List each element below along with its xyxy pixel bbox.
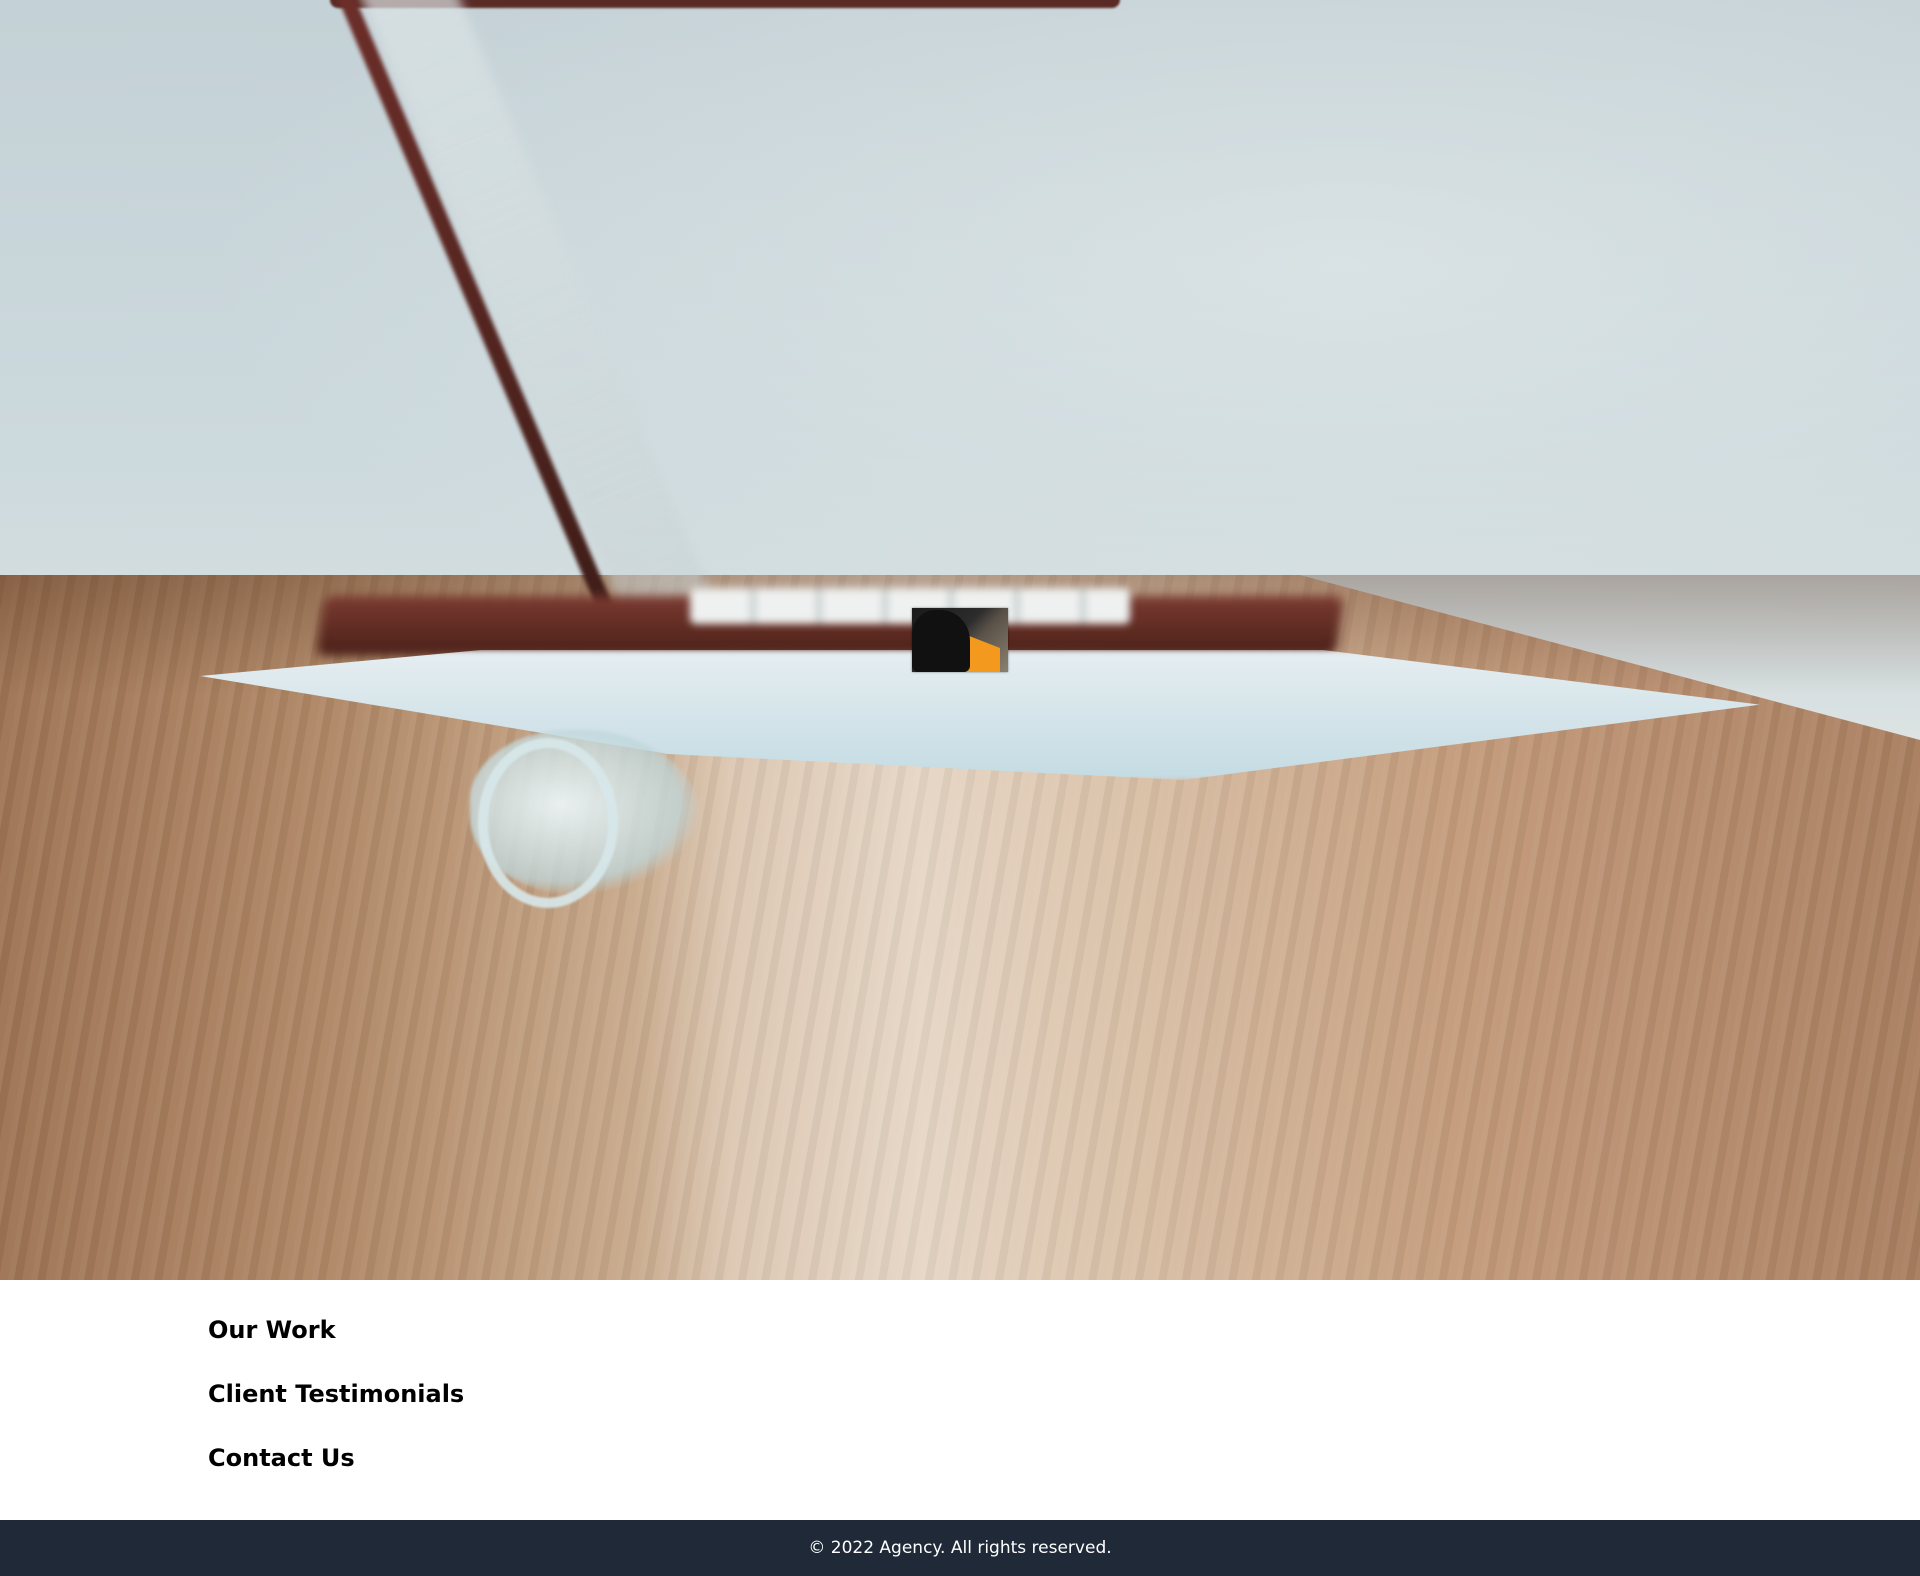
contact-us-link[interactable]: Contact Us [208, 1444, 355, 1472]
our-work-link[interactable]: Our Work [208, 1316, 336, 1344]
site-footer: © 2022 Agency. All rights reserved. [0, 1520, 1920, 1576]
link-list: Our Work Client Testimonials Contact Us [208, 1312, 464, 1504]
footer-copyright: © 2022 Agency. All rights reserved. [808, 1538, 1112, 1558]
thumbnail-hood [912, 610, 970, 672]
hero-banner [0, 0, 1920, 1280]
hero-pacifier-ring [478, 738, 618, 908]
page: Our Work Client Testimonials Contact Us … [0, 0, 1920, 1576]
thumbnail-image [912, 608, 1008, 672]
link-item-client-testimonials: Client Testimonials [208, 1376, 464, 1440]
client-testimonials-link[interactable]: Client Testimonials [208, 1380, 464, 1408]
hero-laptop-keys [690, 588, 1130, 624]
link-item-contact-us: Contact Us [208, 1440, 464, 1504]
link-item-our-work: Our Work [208, 1312, 464, 1376]
